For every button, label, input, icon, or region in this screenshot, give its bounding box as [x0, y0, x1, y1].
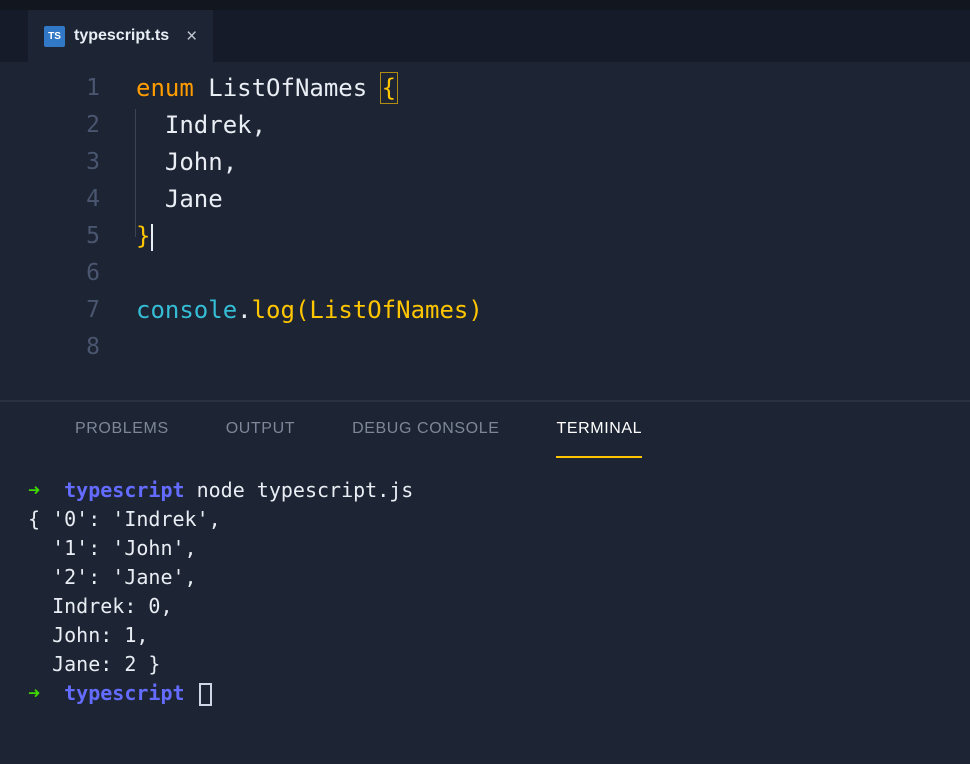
terminal-line: ➜ typescript node typescript.js — [28, 476, 970, 505]
code-line[interactable]: 1 enum ListOfNames { — [0, 70, 970, 107]
code-text: } — [136, 218, 154, 255]
token-plain: Indrek, — [136, 111, 267, 139]
code-text: enum ListOfNames { — [136, 70, 399, 107]
code-line[interactable]: 7 console.log(ListOfNames) — [0, 292, 970, 329]
tab-typescript-ts[interactable]: TS typescript.ts × — [28, 10, 214, 62]
code-line[interactable]: 2 Indrek, — [0, 107, 970, 144]
window-top-strip — [0, 0, 970, 10]
panel-tab-debug-console[interactable]: DEBUG CONSOLE — [352, 402, 499, 458]
token-brace-box: { — [379, 72, 399, 104]
token-gold: ( — [294, 296, 310, 324]
panel-tab-problems[interactable]: PROBLEMS — [75, 402, 169, 458]
code-text: John, — [136, 144, 237, 181]
code-line[interactable]: 8 — [0, 329, 970, 366]
token-cyan: console — [136, 296, 238, 324]
token-plain: Indrek: 0, — [28, 594, 173, 618]
editor-lines: 1 enum ListOfNames {2 Indrek, 3 John, 4 Jan… — [0, 70, 970, 366]
code-line[interactable]: 6 — [0, 255, 970, 292]
token-name: typescript — [64, 681, 185, 705]
token-cursor — [151, 223, 154, 251]
token-plain: John: 1, — [28, 623, 149, 647]
token-arrow: ➜ — [28, 478, 41, 502]
token-gold: log — [251, 296, 295, 324]
line-number: 7 — [86, 297, 100, 323]
token-gold: ListOfNames — [309, 296, 469, 324]
token-plain: ListOfNames — [193, 74, 382, 102]
token-name: typescript — [64, 478, 185, 502]
code-line[interactable]: 5} — [0, 218, 970, 255]
token-plain: '1': 'John', — [28, 536, 197, 560]
token-plain: Jane — [136, 185, 223, 213]
token-plain: Jane: 2 } — [28, 652, 161, 676]
terminal-line: ➜ typescript — [28, 679, 970, 708]
terminal-line: Indrek: 0, — [28, 592, 970, 621]
terminal-output[interactable]: ➜ typescript node typescript.js{ '0': 'I… — [0, 458, 970, 708]
panel-tab-output[interactable]: OUTPUT — [226, 402, 295, 458]
terminal-line: John: 1, — [28, 621, 970, 650]
token-cursor-hollow — [198, 683, 212, 706]
terminal-line: Jane: 2 } — [28, 650, 970, 679]
typescript-file-icon: TS — [44, 25, 65, 47]
line-number: 1 — [86, 75, 100, 101]
code-editor[interactable]: 1 enum ListOfNames {2 Indrek, 3 John, 4 Jan… — [0, 62, 970, 400]
panel-tab-terminal[interactable]: TERMINAL — [556, 402, 643, 458]
code-text: Indrek, — [136, 107, 266, 144]
token-arrow: ➜ — [28, 681, 41, 705]
terminal-line: '1': 'John', — [28, 534, 970, 563]
code-text: Jane — [136, 181, 223, 218]
line-number: 4 — [86, 186, 100, 212]
token-plain: . — [237, 296, 252, 324]
token-plain: '2': 'Jane', — [28, 565, 197, 589]
code-line[interactable]: 3 John, — [0, 144, 970, 181]
terminal-line: { '0': 'Indrek', — [28, 505, 970, 534]
tab-label: typescript.ts — [74, 27, 170, 44]
line-number: 8 — [86, 334, 100, 360]
token-kw: enum — [136, 74, 194, 102]
panel-tab-bar: PROBLEMS OUTPUT DEBUG CONSOLE TERMINAL — [0, 402, 970, 458]
code-line[interactable]: 4 Jane — [0, 181, 970, 218]
token-brace: } — [136, 222, 151, 250]
code-text: console.log(ListOfNames) — [136, 292, 483, 329]
terminal-line: '2': 'Jane', — [28, 563, 970, 592]
token-gold: ) — [468, 296, 483, 324]
indent-guide — [135, 109, 136, 237]
line-number: 2 — [86, 112, 100, 138]
line-number: 6 — [86, 260, 100, 286]
token-plain: { '0': 'Indrek', — [28, 507, 221, 531]
token-plain: John, — [136, 148, 238, 176]
line-number: 3 — [86, 149, 100, 175]
line-number: 5 — [86, 223, 100, 249]
tab-bar: TS typescript.ts × — [0, 10, 970, 62]
token-plain: node typescript.js — [184, 478, 414, 502]
tab-close-icon[interactable]: × — [186, 27, 197, 46]
